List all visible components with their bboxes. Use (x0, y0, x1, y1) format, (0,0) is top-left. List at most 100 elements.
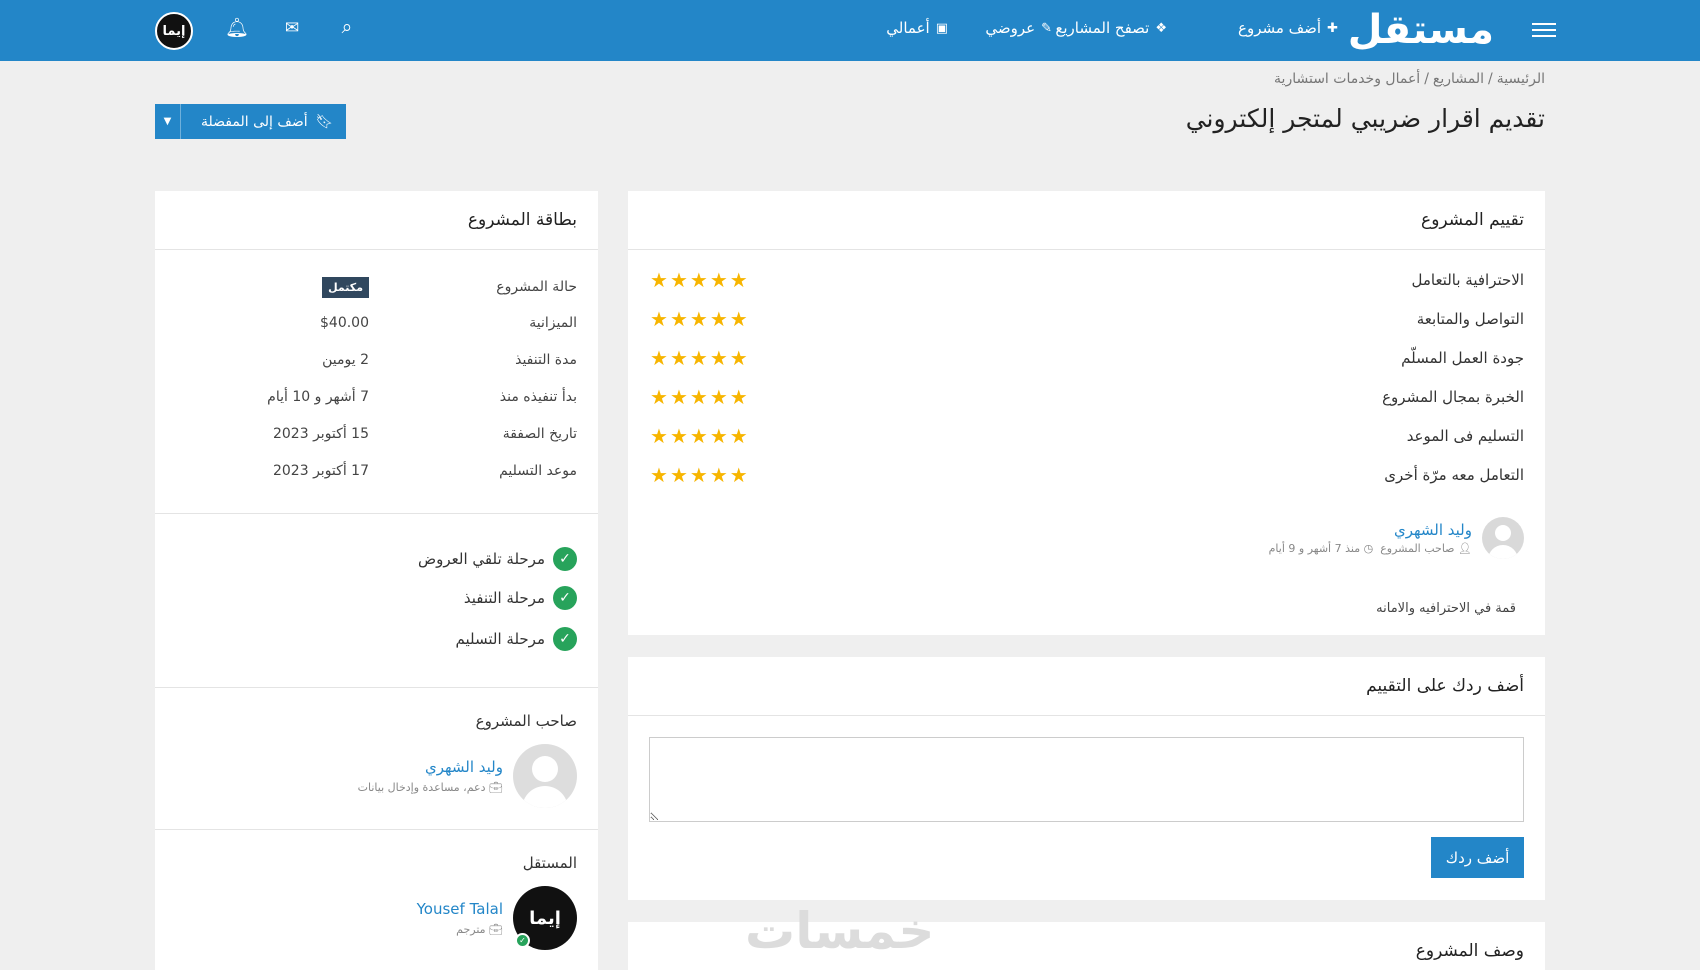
rating-panel: تقييم المشروع الاحترافية بالتعامل ★ ★ ★ ★ ★ … (628, 191, 1545, 635)
briefcase-icon: ▣ (935, 20, 948, 36)
stage-offers: ✓ مرحلة تلقي العروض (418, 547, 577, 571)
reviewer-meta: 👤︎ صاحب المشروع ◷ منذ 7 أشهر و 9 أيام (1269, 542, 1472, 555)
rating-row: التسليم فى الموعد ★ ★ ★ ★ ★ (650, 424, 1524, 448)
clock-icon: ◷ (1363, 542, 1374, 555)
star-rating: ★ ★ ★ ★ ★ (650, 309, 748, 329)
nav-my-offers[interactable]: ✎ عروضي (985, 19, 1052, 37)
reviewer: وليد الشهري 👤︎ صاحب المشروع ◷ منذ 7 أشهر… (1269, 517, 1524, 559)
owner-meta: 💼︎ دعم، مساعدة وإدخال بيانات (358, 781, 503, 794)
freelancer-label: المستقل (522, 854, 577, 872)
star-icon: ★ (650, 424, 668, 448)
briefcase-icon: 💼︎ (489, 923, 503, 936)
nav-browse-projects[interactable]: ❖ تصفح المشاريع (1055, 19, 1167, 37)
reviewer-name[interactable]: وليد الشهري (1269, 521, 1472, 539)
rating-row: جودة العمل المسلّم ★ ★ ★ ★ ★ (650, 346, 1524, 370)
check-icon: ✓ (553, 547, 577, 571)
star-icon: ★ (729, 307, 748, 331)
freelancer-name[interactable]: Yousef Talal (417, 900, 503, 918)
star-rating: ★ ★ ★ ★ ★ (650, 387, 748, 407)
star-icon: ★ (709, 424, 728, 448)
star-icon: ★ (650, 346, 668, 370)
search-icon[interactable]: ⌕ (334, 16, 360, 38)
star-icon: ★ (729, 268, 748, 292)
rating-row: الاحترافية بالتعامل ★ ★ ★ ★ ★ (650, 268, 1524, 292)
breadcrumb-home[interactable]: الرئيسية (1497, 71, 1545, 87)
nav-my-offers-label: عروضي (985, 19, 1036, 37)
cubes-icon: ❖ (1155, 20, 1167, 36)
star-icon: ★ (650, 385, 668, 409)
top-navbar: مستقل ✚ أضف مشروع ❖ تصفح المشاريع ✎ عروض… (0, 0, 1700, 61)
rating-row: التعامل معه مرّة أخرى ★ ★ ★ ★ ★ (650, 463, 1524, 487)
nav-add-project-label: أضف مشروع (1238, 19, 1322, 37)
freelancer-specialty: مترجم (456, 923, 486, 936)
rating-label: الخبرة بمجال المشروع (1382, 388, 1524, 406)
star-icon: ★ (669, 463, 688, 487)
star-icon: ★ (650, 307, 668, 331)
info-value: 7 أشهر و 10 أيام (267, 389, 369, 405)
info-row-started: بدأ تنفيذه منذ 7 أشهر و 10 أيام (177, 389, 577, 413)
bell-icon[interactable]: 🔔︎ (224, 16, 250, 39)
user-icon: 👤︎ (1458, 542, 1472, 555)
envelope-icon[interactable]: ✉ (279, 18, 305, 38)
chevron-down-icon[interactable]: ▼ (155, 104, 181, 139)
info-key: مدة التنفيذ (515, 352, 577, 368)
star-icon: ★ (669, 346, 688, 370)
user-avatar[interactable]: إيما (155, 12, 193, 50)
stage-delivery: ✓ مرحلة التسليم (456, 627, 577, 651)
info-value: $40.00 (320, 315, 369, 331)
reply-textarea[interactable] (649, 737, 1524, 822)
project-card: بطاقة المشروع حالة المشروع مكتمل الميزان… (155, 191, 598, 970)
star-icon: ★ (689, 463, 708, 487)
info-row-budget: الميزانية $40.00 (177, 315, 577, 339)
star-icon: ★ (729, 385, 748, 409)
star-icon: ★ (689, 385, 708, 409)
info-value: 15 أكتوبر 2023 (272, 426, 369, 442)
nav-my-works[interactable]: ▣ أعمالي (886, 19, 948, 37)
owner-name[interactable]: وليد الشهري (358, 758, 503, 776)
star-rating: ★ ★ ★ ★ ★ (650, 348, 748, 368)
review-time: منذ 7 أشهر و 9 أيام (1268, 542, 1361, 555)
rating-row: الخبرة بمجال المشروع ★ ★ ★ ★ ★ (650, 385, 1524, 409)
reply-panel-title: أضف ردك على التقييم (628, 657, 1545, 716)
star-icon: ★ (709, 268, 728, 292)
star-icon: ★ (729, 346, 748, 370)
star-icon: ★ (689, 424, 708, 448)
freelancer-avatar[interactable]: إيما ✓ (513, 886, 577, 950)
nav-add-project[interactable]: ✚ أضف مشروع (1238, 19, 1338, 37)
nav-my-works-label: أعمالي (886, 19, 930, 37)
freelancer-meta: 💼︎ مترجم (417, 923, 503, 936)
reviewer-avatar[interactable] (1482, 517, 1524, 559)
star-icon: ★ (709, 463, 728, 487)
page-title: تقديم اقرار ضريبي لمتجر إلكتروني (1185, 104, 1545, 133)
star-icon: ★ (650, 268, 668, 292)
add-to-favorites-button[interactable]: 🔖︎ أضف إلى المفضلة ▼ (155, 104, 347, 139)
star-icon: ★ (709, 307, 728, 331)
rating-label: الاحترافية بالتعامل (1411, 271, 1524, 289)
menu-icon[interactable] (1532, 20, 1556, 40)
divider (155, 829, 598, 830)
favorite-main[interactable]: 🔖︎ أضف إلى المفضلة (181, 104, 346, 139)
ticket-icon: ✎ (1041, 20, 1052, 36)
info-row-delivery-date: موعد التسليم 17 أكتوبر 2023 (177, 463, 577, 487)
rating-label: جودة العمل المسلّم (1401, 349, 1524, 367)
freelancer: إيما ✓ Yousef Talal 💼︎ مترجم (417, 886, 577, 950)
verified-icon: ✓ (515, 933, 530, 948)
star-icon: ★ (709, 346, 728, 370)
star-icon: ★ (650, 463, 668, 487)
logo[interactable]: مستقل (1348, 8, 1495, 52)
info-row-duration: مدة التنفيذ 2 يومين (177, 352, 577, 376)
breadcrumb: الرئيسية/المشاريع/أعمال وخدمات استشارية (1274, 71, 1545, 87)
briefcase-icon: 💼︎ (489, 781, 503, 794)
watermark: خمسات (745, 902, 936, 960)
star-rating: ★ ★ ★ ★ ★ (650, 465, 748, 485)
rating-label: التسليم فى الموعد (1406, 427, 1524, 445)
owner-label: صاحب المشروع (475, 712, 577, 730)
star-rating: ★ ★ ★ ★ ★ (650, 426, 748, 446)
nav-browse-projects-label: تصفح المشاريع (1055, 19, 1150, 37)
breadcrumb-category[interactable]: أعمال وخدمات استشارية (1274, 71, 1420, 87)
breadcrumb-projects[interactable]: المشاريع (1433, 71, 1484, 87)
freelancer-avatar-text: إيما (529, 907, 561, 929)
star-rating: ★ ★ ★ ★ ★ (650, 270, 748, 290)
owner-avatar[interactable] (513, 744, 577, 808)
add-reply-button[interactable]: أضف ردك (1431, 837, 1524, 878)
